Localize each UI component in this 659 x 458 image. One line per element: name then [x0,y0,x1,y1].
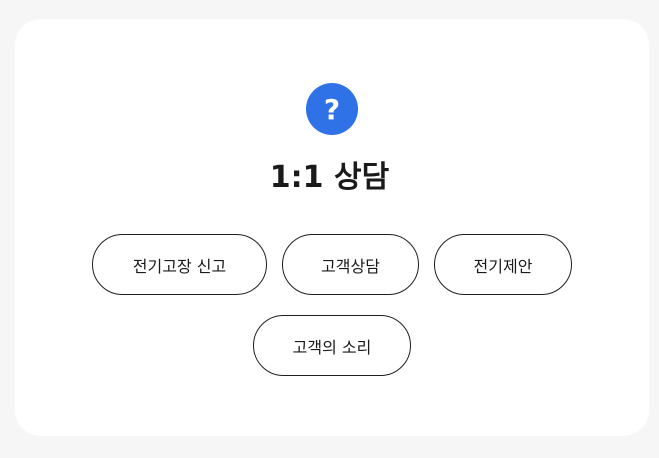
question-mark-glyph: ? [323,92,341,126]
customer-consultation-button[interactable]: 고객상담 [282,234,419,295]
page-title: 1:1 상담 [269,160,390,195]
question-mark-icon: ? [306,83,358,135]
power-failure-report-button[interactable]: 전기고장 신고 [92,234,267,295]
electricity-proposal-button[interactable]: 전기제안 [434,234,572,295]
voice-of-customer-button[interactable]: 고객의 소리 [253,315,411,376]
